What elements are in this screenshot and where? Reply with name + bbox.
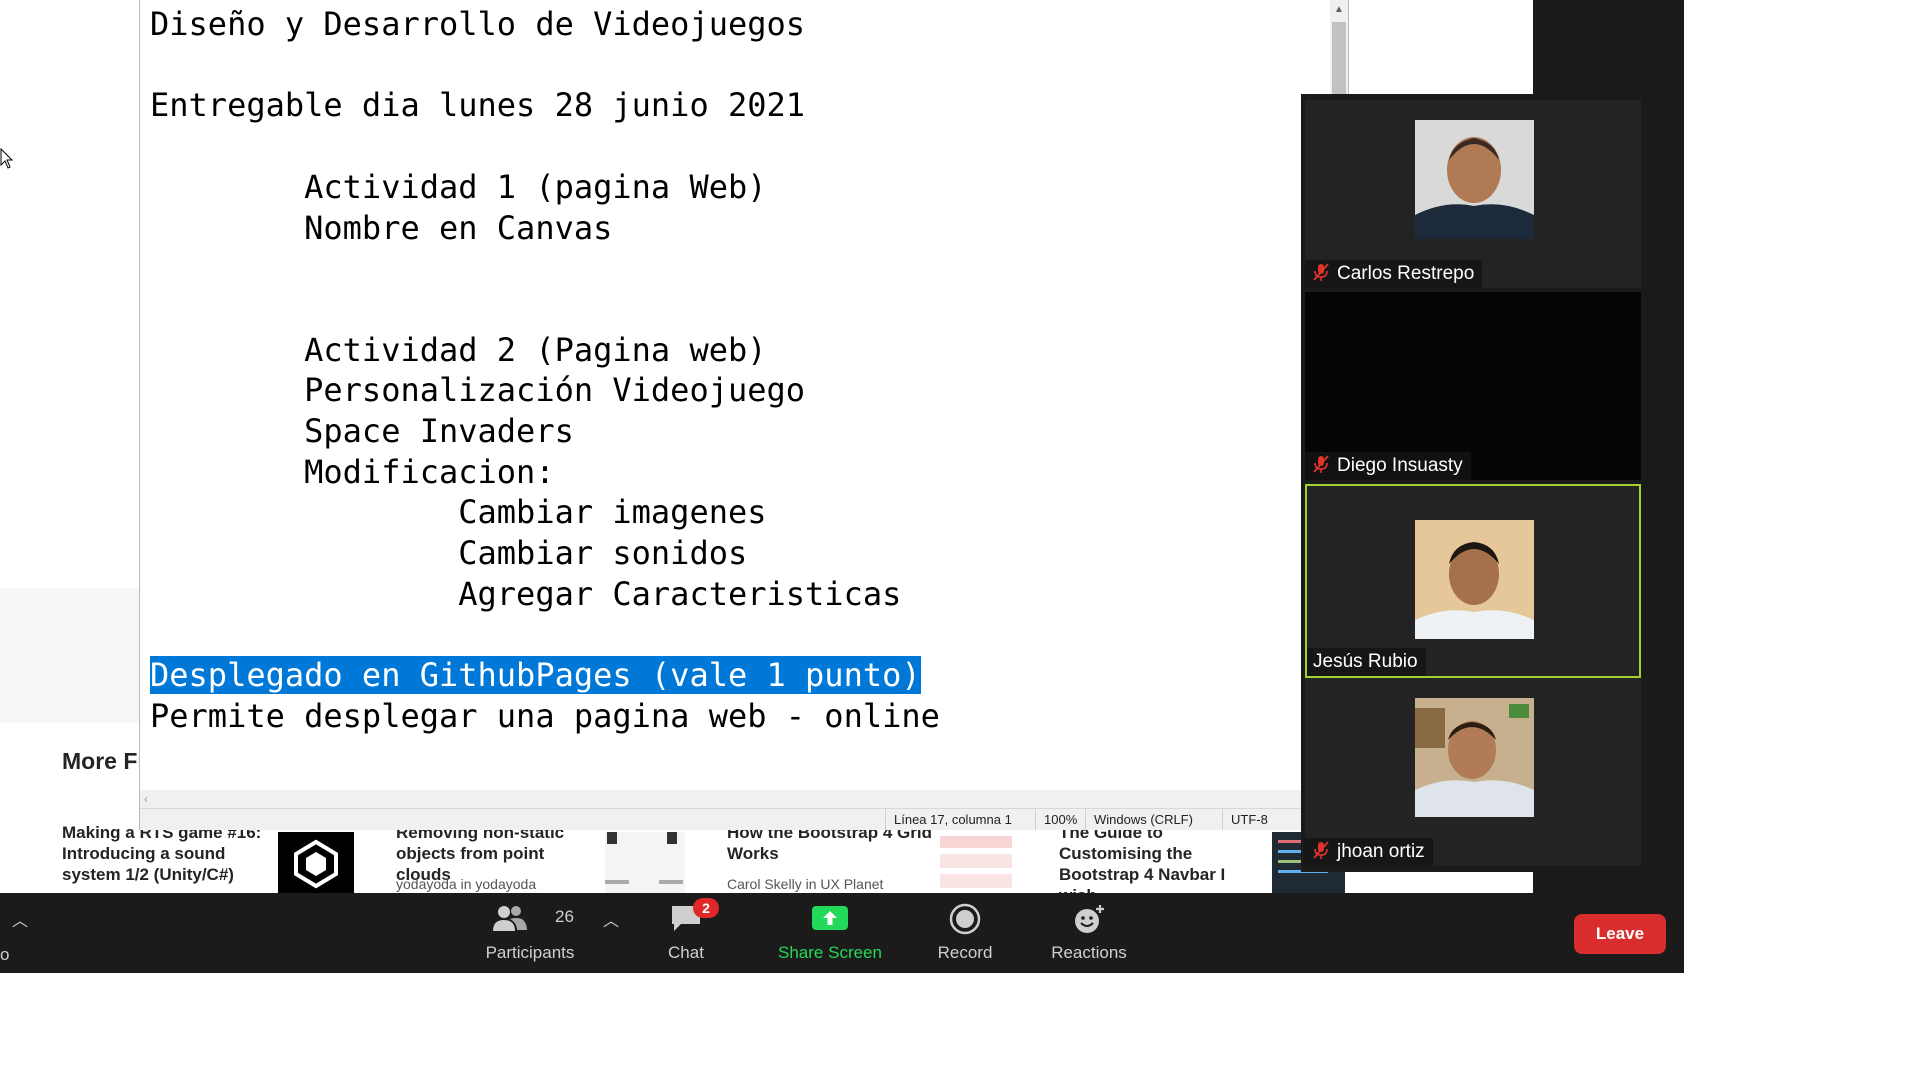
scroll-left-arrow-icon[interactable]: ‹: [144, 790, 148, 808]
cursor-position: Línea 17, columna 1: [885, 809, 1012, 830]
text-line: Nombre en Canvas: [150, 208, 613, 247]
article-author: yodayoda in yodayoda: [396, 876, 537, 892]
participant-name: Diego Insuasty: [1337, 455, 1463, 476]
cursor-icon: [0, 148, 14, 169]
record-icon: [949, 903, 981, 935]
share-screen-label: Share Screen: [778, 943, 882, 962]
participant-name: Carlos Restrepo: [1337, 263, 1475, 284]
reactions-label: Reactions: [1051, 943, 1127, 962]
text-line: [150, 248, 940, 289]
more-from-heading: More Fr: [62, 748, 142, 774]
participants-button[interactable]: Participants: [470, 893, 590, 973]
text-line: Entregable dia lunes 28 junio 2021: [150, 86, 806, 125]
screen-right-margin: [1684, 0, 1920, 1080]
line-ending: Windows (CRLF): [1085, 809, 1193, 830]
participant-tile[interactable]: Carlos Restrepo: [1305, 100, 1641, 288]
text-line: Personalización Videojuego: [150, 371, 806, 410]
participant-photo: [1415, 698, 1534, 817]
screen-bottom-margin: [0, 973, 1920, 1080]
text-line: Cambiar sonidos: [150, 534, 748, 573]
scroll-up-arrow-icon[interactable]: ▲: [1332, 2, 1346, 18]
caret-up-icon[interactable]: ︿: [603, 907, 619, 931]
notepad-status-bar: Línea 17, columna 1 100% Windows (CRLF) …: [140, 808, 1348, 830]
caret-up-icon[interactable]: ︿: [12, 907, 28, 931]
text-line: [150, 615, 940, 656]
record-button[interactable]: Record: [915, 893, 1015, 973]
text-line: Modificacion:: [150, 452, 555, 491]
text-line: [150, 126, 940, 167]
participant-name-label: jhoan ortiz: [1305, 838, 1433, 866]
text-line: Actividad 1 (pagina Web): [150, 167, 767, 206]
mic-muted-icon: [1313, 455, 1329, 473]
shared-screen: More Fr Making a RTS game #16: Introduci…: [0, 0, 1684, 893]
text-line: Actividad 2 (Pagina web): [150, 330, 767, 369]
mic-muted-icon: [1313, 263, 1329, 281]
chat-unread-badge: 2: [693, 898, 719, 918]
text-line: [150, 45, 940, 86]
notepad-text-area[interactable]: Diseño y Desarrollo de Videojuegos Entre…: [150, 4, 940, 737]
participants-icon: [493, 906, 527, 931]
share-screen-button[interactable]: Share Screen: [760, 893, 900, 973]
participants-label: Participants: [485, 943, 575, 962]
participant-tile-active-speaker[interactable]: Jesús Rubio: [1305, 484, 1641, 678]
participant-photo: [1415, 120, 1534, 239]
text-line: Cambiar imagenes: [150, 493, 767, 532]
zoom-level: 100%: [1035, 809, 1077, 830]
participant-name: Jesús Rubio: [1313, 651, 1418, 672]
text-line: Agregar Caracteristicas: [150, 574, 902, 613]
participant-name-label: Diego Insuasty: [1305, 452, 1471, 480]
reactions-button[interactable]: Reactions: [1034, 893, 1144, 973]
record-label: Record: [937, 943, 993, 962]
meeting-toolbar: ︿ o Participants 26 ︿ Chat 2 Share Scree…: [0, 893, 1684, 973]
article-title[interactable]: The Guide to Customising the Bootstrap 4…: [1059, 822, 1264, 893]
selected-text[interactable]: Desplegado en GithubPages (vale 1 punto): [150, 656, 921, 695]
share-screen-icon: [812, 906, 848, 930]
mic-muted-icon: [1313, 841, 1329, 859]
video-gallery-panel: Carlos Restrepo Diego Insuasty Jesús Rub…: [1301, 94, 1650, 872]
participant-tile[interactable]: jhoan ortiz: [1305, 678, 1641, 866]
article-author: Carol Skelly in UX Planet: [727, 876, 884, 892]
unity-icon: [294, 839, 338, 889]
text-line: Diseño y Desarrollo de Videojuegos: [150, 5, 806, 43]
article-thumbnail: [605, 832, 685, 893]
horizontal-scrollbar[interactable]: ‹: [140, 790, 1330, 808]
participants-count: 26: [555, 907, 574, 926]
participant-name: jhoan ortiz: [1337, 841, 1425, 862]
leave-meeting-button[interactable]: Leave: [1574, 914, 1666, 954]
text-line: Permite desplegar una pagina web - onlin…: [150, 696, 940, 735]
text-line: [150, 289, 940, 330]
unity-logo-thumbnail: [278, 832, 354, 893]
toolbar-edge-label: o: [0, 945, 10, 964]
reactions-icon: [1075, 905, 1104, 933]
notepad-window[interactable]: Diseño y Desarrollo de Videojuegos Entre…: [139, 0, 1349, 830]
participant-tile[interactable]: Diego Insuasty: [1305, 292, 1641, 480]
participant-name-label: Jesús Rubio: [1307, 648, 1426, 676]
participant-photo: [1415, 520, 1534, 639]
article-title[interactable]: Making a RTS game #16: Introducing a sou…: [62, 822, 267, 885]
chat-label: Chat: [668, 943, 704, 962]
encoding: UTF-8: [1222, 809, 1268, 830]
background-gray-band: [0, 588, 141, 723]
article-thumbnail: [936, 832, 1016, 893]
participant-name-label: Carlos Restrepo: [1305, 260, 1483, 288]
text-line: Space Invaders: [150, 412, 574, 451]
